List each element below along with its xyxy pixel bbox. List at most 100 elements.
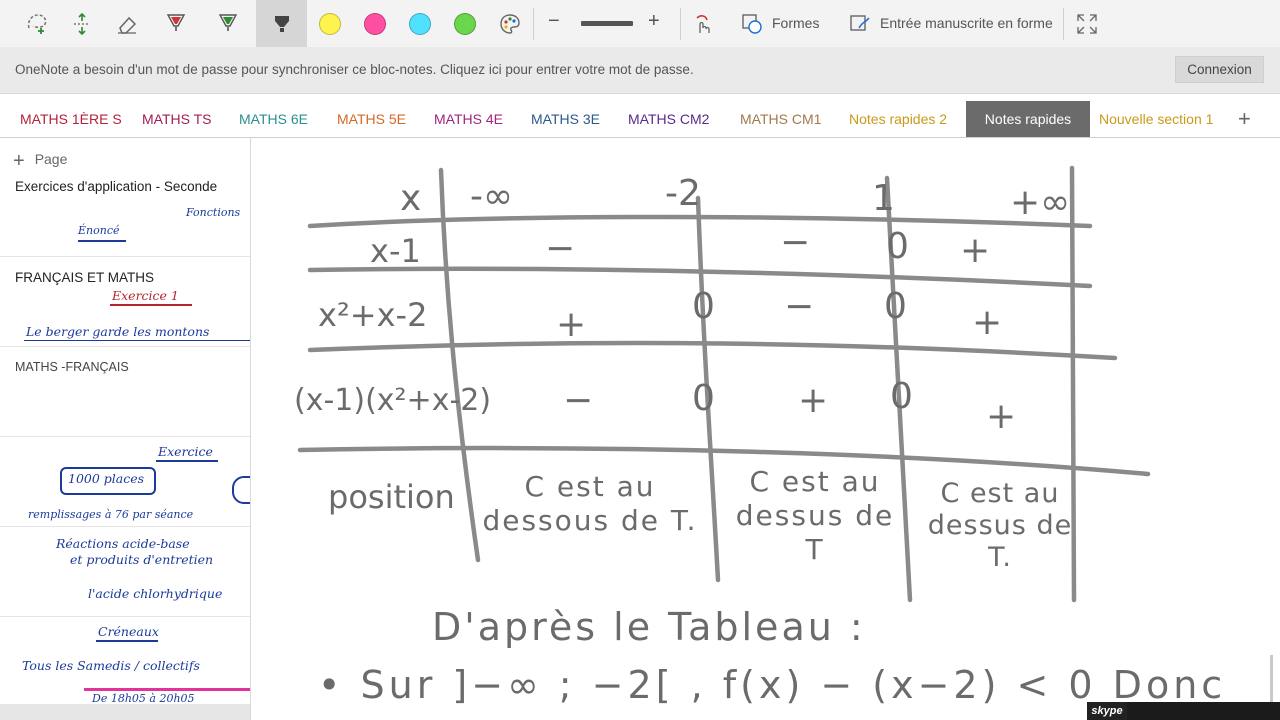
ink-to-shape-label[interactable]: Entrée manuscrite en forme bbox=[880, 15, 1053, 31]
page-item[interactable]: Créneaux Tous les Samedis / collectifs D… bbox=[0, 616, 250, 706]
skype-bar bbox=[1127, 702, 1280, 720]
ink-to-shape-icon-button[interactable] bbox=[843, 0, 877, 47]
vertical-scrollbar[interactable] bbox=[1270, 655, 1273, 703]
conclusion-line: • Sur ]−∞ ; −2[ , f(x) − (x−2) < 0 Donc bbox=[318, 663, 1226, 707]
page-thumbnail-ink: 1000 places bbox=[68, 471, 145, 486]
palette-button[interactable] bbox=[487, 0, 532, 47]
cell: 0 bbox=[890, 376, 913, 417]
ink-underline bbox=[110, 304, 192, 306]
page-item[interactable]: Exercice 1000 places remplissages à 76 p… bbox=[0, 436, 250, 527]
position-cell-text: C est au dessus de T. bbox=[927, 478, 1073, 573]
password-notification-bar[interactable]: OneNote a besoin d'un mot de passe pour … bbox=[0, 47, 1280, 94]
ink-underline bbox=[78, 240, 126, 242]
tab-maths-ts[interactable]: MATHS TS bbox=[129, 101, 225, 137]
page-thumbnail-ink: remplissages à 76 par séance bbox=[28, 508, 194, 521]
color-swatch bbox=[453, 12, 476, 35]
row-label-quadratic: x²+x-2 bbox=[318, 296, 427, 334]
page-item[interactable]: Réactions acide-base et produits d'entre… bbox=[0, 526, 250, 617]
page-title: FRANÇAIS ET MATHS bbox=[15, 270, 155, 285]
color-green-button[interactable] bbox=[442, 0, 487, 47]
cell: 0 bbox=[886, 226, 909, 267]
ink-underline bbox=[156, 460, 218, 462]
page-thumbnail-ink: Fonctions bbox=[186, 206, 241, 219]
page-thumbnail-ink: Tous les Samedis / collectifs bbox=[22, 658, 200, 673]
ink-to-shape-icon bbox=[850, 14, 870, 31]
row-label-x-minus-1: x-1 bbox=[370, 232, 421, 270]
shapes-label[interactable]: Formes bbox=[772, 15, 819, 31]
page-item[interactable]: FRANÇAIS ET MATHS Exercice 1 Le berger g… bbox=[0, 256, 250, 347]
tab-notes-rapides-2[interactable]: Notes rapides 2 bbox=[836, 101, 960, 137]
ink-toolbar: − + Formes Entrée manuscrite en forme bbox=[0, 0, 1280, 48]
conclusion: D'après le Tableau : • Sur ]−∞ ; −2[ , f… bbox=[318, 605, 1226, 707]
ink-underline bbox=[24, 340, 250, 341]
add-page-label: Page bbox=[34, 151, 68, 167]
tab-maths-cm2[interactable]: MATHS CM2 bbox=[615, 101, 722, 137]
ink-underline bbox=[96, 640, 158, 642]
fullscreen-icon bbox=[1076, 13, 1097, 34]
touch-draw-icon bbox=[695, 14, 710, 33]
page-thumbnail-ink: Réactions acide-base bbox=[56, 536, 190, 551]
page-thumbnail-ink: Exercice 1 bbox=[112, 288, 179, 303]
tab-maths-cm1[interactable]: MATHS CM1 bbox=[727, 101, 834, 137]
cell: − bbox=[780, 222, 810, 263]
pen-red-button[interactable] bbox=[153, 0, 198, 47]
ink-drawing: x -∞ -2 1 +∞ x-1 − − 0 + x²+x-2 + 0 − 0 … bbox=[294, 165, 1226, 707]
page-title: MATHS -FRANÇAIS bbox=[15, 360, 129, 374]
add-page-button[interactable]: + Page bbox=[13, 150, 67, 173]
position-cells: C est au dessous de T. C est au dessus d… bbox=[482, 465, 1073, 573]
pen-green-button[interactable] bbox=[205, 0, 250, 47]
highlighter-button[interactable] bbox=[256, 0, 307, 47]
cell: 0 bbox=[692, 286, 715, 327]
thickness-decrease-button[interactable]: − bbox=[548, 10, 560, 33]
tab-maths-4e[interactable]: MATHS 4E bbox=[421, 101, 516, 137]
position-cell-2: C est au dessus de T bbox=[736, 465, 892, 566]
tab-maths-3e[interactable]: MATHS 3E bbox=[518, 101, 613, 137]
shapes-icon bbox=[742, 13, 762, 34]
page-item[interactable]: MATHS -FRANÇAIS bbox=[0, 346, 250, 437]
color-pink-button[interactable] bbox=[352, 0, 397, 47]
eraser-button[interactable] bbox=[104, 0, 149, 47]
insert-space-button[interactable] bbox=[59, 0, 104, 47]
section-tabs: MATHS 1ÈRE S MATHS TS MATHS 6E MATHS 5E … bbox=[0, 101, 1280, 138]
page-thumbnail-ink: Énoncé bbox=[78, 224, 120, 237]
note-canvas[interactable]: x -∞ -2 1 +∞ x-1 − − 0 + x²+x-2 + 0 − 0 … bbox=[251, 138, 1280, 720]
notification-message[interactable]: OneNote a besoin d'un mot de passe pour … bbox=[15, 62, 694, 77]
plus-icon: + bbox=[13, 150, 25, 172]
conclusion-title: D'après le Tableau : bbox=[432, 605, 866, 649]
palette-icon bbox=[499, 13, 520, 34]
lasso-select-button[interactable] bbox=[14, 0, 59, 47]
thickness-increase-button[interactable]: + bbox=[648, 10, 660, 33]
page-thumbnail-ink: Exercice bbox=[158, 444, 213, 459]
tab-nouvelle-section-1[interactable]: Nouvelle section 1 bbox=[1086, 101, 1226, 137]
sign-in-button[interactable]: Connexion bbox=[1175, 56, 1264, 83]
cell: 0 bbox=[884, 286, 907, 327]
tab-notes-rapides[interactable]: Notes rapides bbox=[966, 101, 1090, 137]
page-thumbnail-ink: et produits d'entretien bbox=[70, 552, 214, 567]
cell: − bbox=[563, 380, 593, 421]
tab-maths-5e[interactable]: MATHS 5E bbox=[324, 101, 419, 137]
touch-draw-button[interactable] bbox=[680, 0, 725, 47]
color-swatch bbox=[408, 12, 431, 35]
thickness-indicator bbox=[581, 21, 633, 26]
cell: + bbox=[960, 230, 990, 271]
page-thumbnail-ink: l'acide chlorhydrique bbox=[88, 586, 223, 601]
tab-maths-1ere-s[interactable]: MATHS 1ÈRE S bbox=[7, 101, 135, 137]
add-section-button[interactable]: + bbox=[1238, 101, 1251, 137]
tab-maths-6e[interactable]: MATHS 6E bbox=[226, 101, 321, 137]
cell: 0 bbox=[692, 378, 715, 419]
cell: − bbox=[545, 228, 575, 269]
shapes-icon-button[interactable] bbox=[733, 0, 771, 47]
header-1: 1 bbox=[872, 178, 895, 219]
color-swatch bbox=[363, 12, 386, 35]
header-minus-infinity: -∞ bbox=[470, 176, 513, 217]
fullscreen-button[interactable] bbox=[1064, 0, 1109, 47]
cell: + bbox=[556, 304, 586, 345]
cell: − bbox=[784, 286, 814, 327]
cell: + bbox=[798, 380, 828, 421]
page-item[interactable]: Exercices d'application - Seconde Foncti… bbox=[0, 176, 250, 257]
color-swatch bbox=[318, 12, 341, 35]
position-cell-3: C est au dessus de T. bbox=[927, 478, 1073, 573]
color-cyan-button[interactable] bbox=[397, 0, 442, 47]
color-yellow-button[interactable] bbox=[307, 0, 352, 47]
cell: + bbox=[972, 302, 1002, 343]
